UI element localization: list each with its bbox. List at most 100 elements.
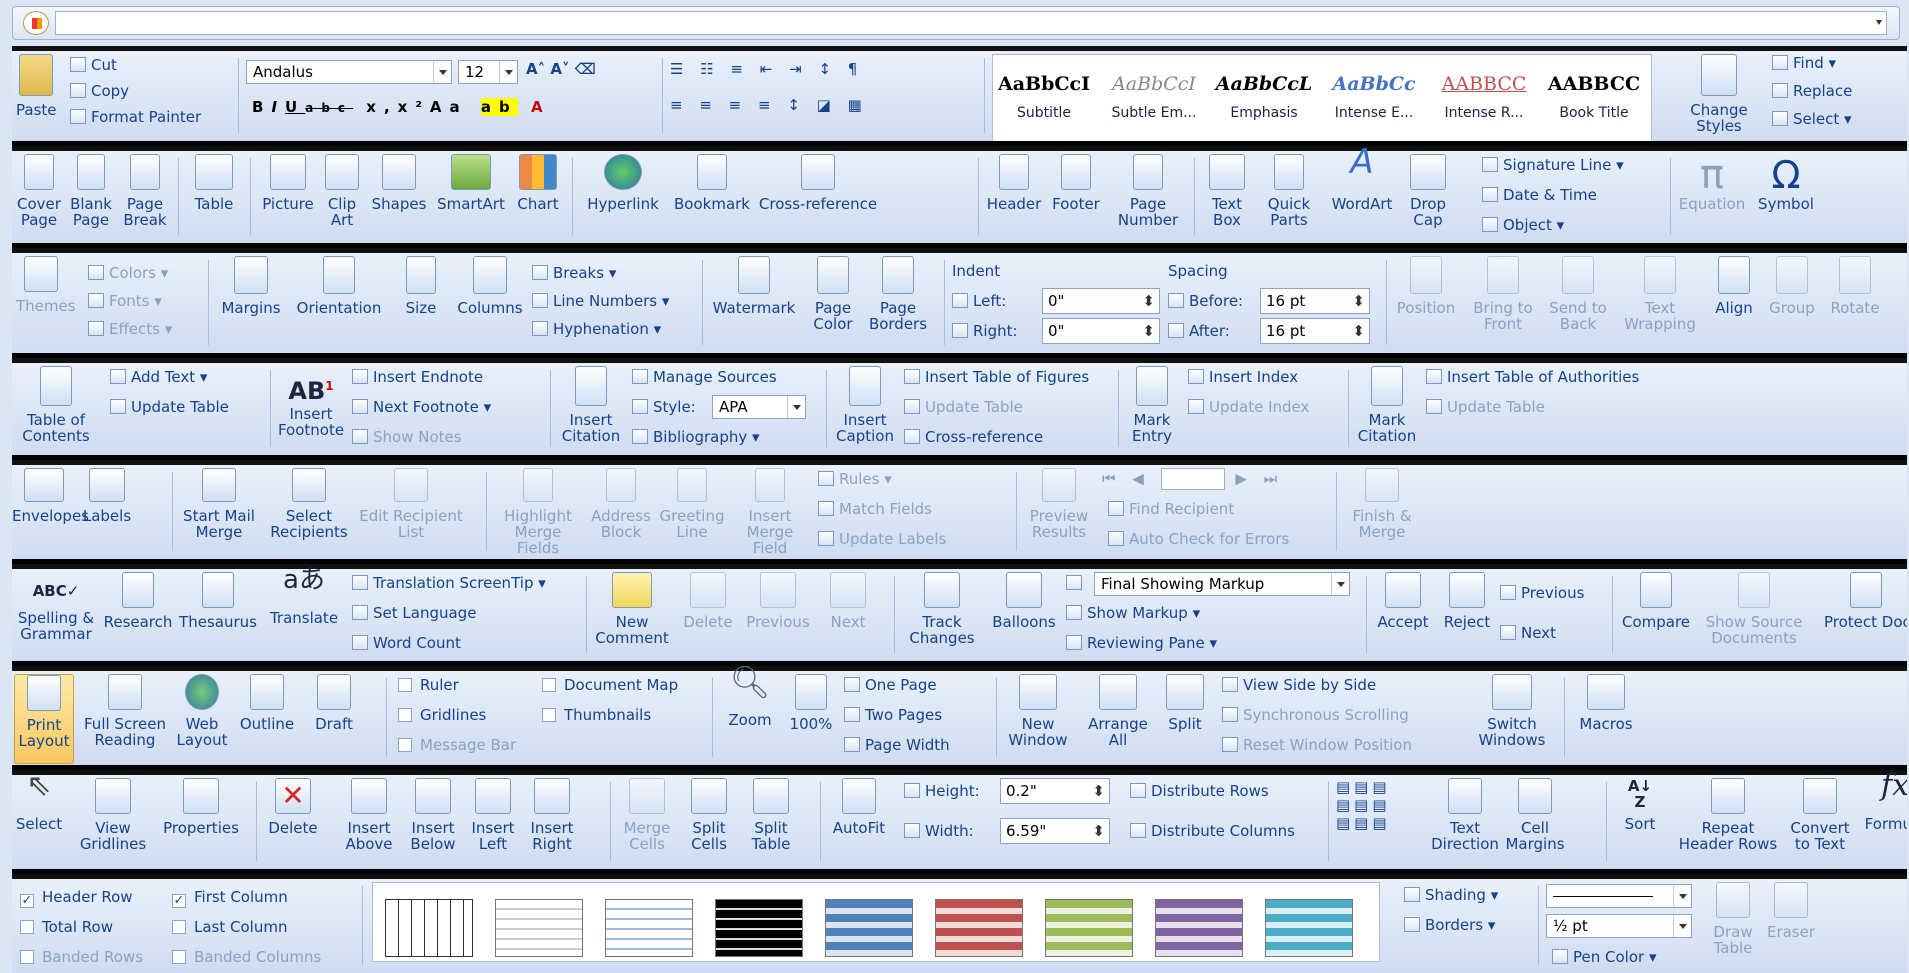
symbol-button[interactable]: Ω Symbol [1752,154,1820,212]
bring-to-front-button[interactable]: Bring to Front [1464,256,1542,332]
outline-button[interactable]: Outline [234,674,300,732]
table-style-6[interactable] [935,899,1023,957]
paragraph-buttons[interactable]: ☰ ☷ ≡ ⇤ ⇥ ↕ ¶ [670,60,863,78]
zoom-button[interactable]: 🔍︎ Zoom [720,666,780,728]
record-navigation[interactable]: ⏮ ◀ ▶ ⏭ [1102,468,1283,490]
track-changes-button[interactable]: Track Changes [900,572,984,646]
text-box-button[interactable]: Text Box [1202,154,1252,228]
new-comment-button[interactable]: New Comment [592,572,672,646]
macros-button[interactable]: Macros [1570,674,1642,732]
table-style-4[interactable] [715,899,803,957]
pen-weight-combo[interactable]: ½ pt [1546,914,1692,938]
page-color-button[interactable]: Page Color [804,256,862,332]
text-wrapping-button[interactable]: Text Wrapping [1618,256,1702,332]
cover-page-button[interactable]: Cover Page [16,154,62,228]
citation-style-combo[interactable]: APA [712,395,806,419]
paste-button[interactable]: Paste [16,54,57,118]
spacing-after-spinner[interactable]: 16 pt [1260,318,1370,344]
style-intense-emphasis[interactable]: AaBbCc Intense E... [1323,55,1425,141]
envelopes-button[interactable]: Envelopes [12,468,89,524]
update-table-authorities-button[interactable]: Update Table [1426,398,1545,416]
group-button[interactable]: Group [1764,256,1820,316]
start-mail-merge-button[interactable]: Start Mail Merge [176,468,262,540]
replace-button[interactable]: Replace [1772,82,1852,100]
split-cells-button[interactable]: Split Cells [680,778,738,852]
gridlines-checkbox[interactable]: Gridlines [398,706,486,724]
insert-right-button[interactable]: Insert Right [522,778,582,852]
select-button[interactable]: Select ▾ [1772,110,1852,128]
dropdown-arrow-icon[interactable] [1876,20,1882,25]
reject-button[interactable]: Reject [1438,572,1496,630]
select-recipients-button[interactable]: Select Recipients [264,468,354,540]
orientation-button[interactable]: Orientation [290,256,388,316]
bibliography-button[interactable]: Bibliography ▾ [632,428,760,446]
update-table-button[interactable]: Update Table [110,398,229,416]
insert-table-of-authorities-button[interactable]: Insert Table of Authorities [1426,368,1639,386]
spelling-grammar-button[interactable]: ABC✓ Spelling & Grammar [12,572,100,642]
balloons-button[interactable]: Balloons [988,572,1060,630]
autofit-button[interactable]: AutoFit [826,778,892,836]
repeat-header-rows-button[interactable]: Repeat Header Rows [1678,778,1778,852]
fonts-button[interactable]: Fonts ▾ [88,292,162,310]
ruler-checkbox[interactable]: Ruler [398,676,459,694]
update-table-figures-button[interactable]: Update Table [904,398,1023,416]
reviewing-pane-button[interactable]: Reviewing Pane ▾ [1066,634,1217,652]
watermark-button[interactable]: Watermark [708,256,800,316]
send-to-back-button[interactable]: Send to Back [1542,256,1614,332]
first-column-checkbox[interactable]: First Column [172,888,288,908]
markup-display-combo[interactable]: Final Showing Markup [1094,572,1350,596]
edit-recipient-list-button[interactable]: Edit Recipient List [356,468,466,540]
full-screen-reading-button[interactable]: Full Screen Reading [82,674,168,748]
clip-art-button[interactable]: Clip Art [322,154,362,228]
font-format-buttons[interactable]: BIUabc x,x²Aa ab A [252,98,551,117]
table-button[interactable]: Table [186,154,242,212]
style-book-title[interactable]: AABBCC Book Title [1543,55,1645,141]
draw-table-button[interactable]: Draw Table [1706,882,1760,956]
smartart-button[interactable]: SmartArt [434,154,508,212]
match-fields-button[interactable]: Match Fields [818,500,932,518]
insert-left-button[interactable]: Insert Left [466,778,520,852]
rotate-button[interactable]: Rotate [1822,256,1888,316]
thumbnails-checkbox[interactable]: Thumbnails [542,706,651,724]
command-input[interactable] [55,11,1887,35]
page-width-button[interactable]: Page Width [844,736,950,754]
font-size-combo[interactable]: 12 [458,60,518,84]
quick-parts-button[interactable]: Quick Parts [1260,154,1318,228]
office-button-icon[interactable] [23,11,49,35]
format-painter-button[interactable]: Format Painter [70,108,201,126]
mark-entry-button[interactable]: Mark Entry [1124,366,1180,444]
style-emphasis[interactable]: AaBbCcL Emphasis [1213,55,1315,141]
translation-screentip-button[interactable]: Translation ScreenTip ▾ [352,574,546,592]
delete-comment-button[interactable]: Delete [676,572,740,630]
equation-button[interactable]: π Equation [1676,154,1748,212]
cell-margins-button[interactable]: Cell Margins [1502,778,1568,852]
text-direction-button[interactable]: Text Direction [1428,778,1502,852]
show-markup-button[interactable]: Show Markup ▾ [1066,604,1200,622]
header-row-checkbox[interactable]: Header Row [20,888,133,908]
insert-table-of-figures-button[interactable]: Insert Table of Figures [904,368,1089,386]
highlight-merge-fields-button[interactable]: Highlight Merge Fields [492,468,584,556]
shapes-button[interactable]: Shapes [368,154,430,212]
zoom-100-button[interactable]: 100% [784,674,838,732]
protect-document-button[interactable]: Protect Document [1824,572,1907,630]
accept-button[interactable]: Accept [1372,572,1434,630]
blank-page-button[interactable]: Blank Page [68,154,114,228]
align-button[interactable]: Align [1706,256,1762,316]
insert-below-button[interactable]: Insert Below [402,778,464,852]
insert-above-button[interactable]: Insert Above [338,778,400,852]
table-style-7[interactable] [1045,899,1133,957]
table-of-contents-button[interactable]: Table of Contents [16,366,96,444]
set-language-button[interactable]: Set Language [352,604,476,622]
last-column-checkbox[interactable]: Last Column [172,918,287,936]
greeting-line-button[interactable]: Greeting Line [658,468,726,540]
find-button[interactable]: Find ▾ [1772,54,1836,72]
arrange-all-button[interactable]: Arrange All [1078,674,1158,748]
labels-button[interactable]: Labels [78,468,136,524]
word-count-button[interactable]: Word Count [352,634,461,652]
object-button[interactable]: Object ▾ [1482,216,1564,234]
rules-button[interactable]: Rules ▾ [818,470,892,488]
reset-window-position-button[interactable]: Reset Window Position [1222,736,1412,754]
cross-reference-button[interactable]: Cross-reference [756,154,880,212]
eraser-button[interactable]: Eraser [1762,882,1820,940]
new-window-button[interactable]: New Window [1002,674,1074,748]
